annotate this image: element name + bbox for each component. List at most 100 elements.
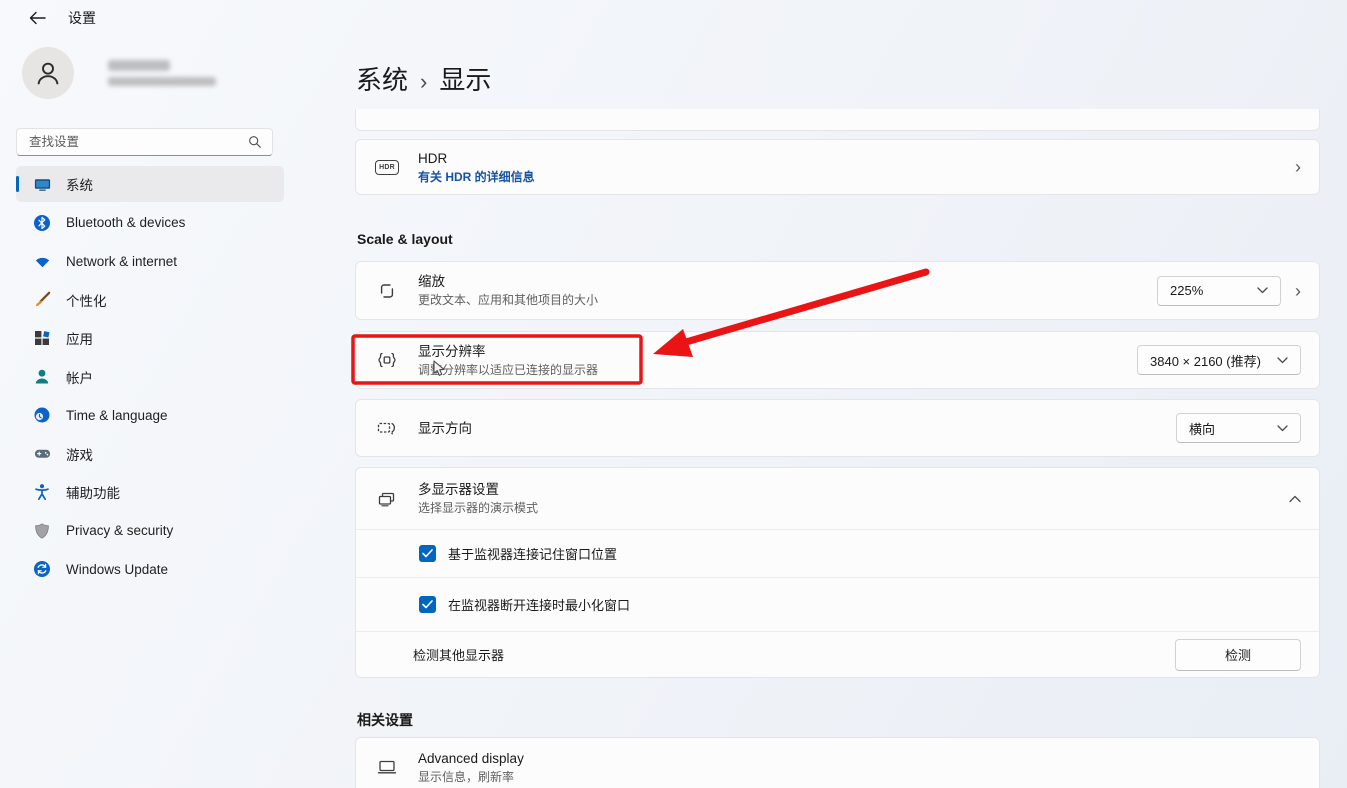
advanced-display-subtitle: 显示信息，刷新率 [418,769,1301,785]
scale-value: 225% [1170,283,1203,298]
clock-globe-icon [32,405,52,425]
update-arrows-icon [32,559,52,579]
sidebar-item-label: Network & internet [66,254,177,269]
remember-window-row[interactable]: 基于监视器连接记住窗口位置 [356,529,1319,577]
orientation-row[interactable]: 显示方向 横向 [355,399,1320,457]
checkbox-checked-icon[interactable] [419,545,436,562]
app-title: 设置 [68,8,96,28]
system-monitor-icon [32,174,52,194]
apps-grid-icon [32,328,52,348]
chevron-down-icon [1277,425,1288,432]
wifi-icon [32,251,52,271]
sidebar-item-accessibility[interactable]: 辅助功能 [16,474,284,510]
sidebar-item-label: Windows Update [66,562,168,577]
profile-email-redacted [108,77,216,86]
account-person-icon [32,367,52,387]
hdr-row[interactable]: HDR HDR 有关 HDR 的详细信息 › [355,139,1320,195]
sidebar-item-label: Bluetooth & devices [66,215,185,230]
multi-display-header-row[interactable]: 多显示器设置 选择显示器的演示模式 [356,468,1319,529]
multi-display-group: 多显示器设置 选择显示器的演示模式 基于监视器连接记住窗口位置 在监视器断开连接… [355,467,1320,678]
scale-subtitle: 更改文本、应用和其他项目的大小 [418,292,1157,308]
sidebar-item-label: 应用 [66,328,93,348]
orientation-icon [376,417,398,439]
sidebar-item-label: 帐户 [66,367,93,387]
sidebar-item-bluetooth-devices[interactable]: Bluetooth & devices [16,205,284,241]
minimize-window-row[interactable]: 在监视器断开连接时最小化窗口 [356,577,1319,631]
sidebar-item-label: 游戏 [66,444,93,464]
advanced-display-row[interactable]: Advanced display 显示信息，刷新率 [355,737,1320,788]
orientation-value: 横向 [1189,419,1215,438]
resolution-subtitle: 调整分辨率以适应已连接的显示器 [418,362,1137,378]
resolution-row[interactable]: 显示分辨率 调整分辨率以适应已连接的显示器 3840 × 2160 (推荐) [355,331,1320,389]
sidebar-item-system[interactable]: 系统 [16,166,284,202]
orientation-dropdown[interactable]: 横向 [1176,413,1301,443]
scale-dropdown[interactable]: 225% [1157,276,1281,306]
chevron-right-icon: › [1295,158,1301,176]
profile-text-blurred [108,60,216,86]
scale-icon [376,280,398,302]
advanced-display-title: Advanced display [418,750,1301,767]
back-button[interactable] [28,9,46,27]
sidebar-item-label: 个性化 [66,290,107,310]
chevron-right-icon: › [1295,282,1301,300]
search-input[interactable] [27,134,248,150]
detect-button[interactable]: 检测 [1175,639,1301,671]
sidebar-item-label: 辅助功能 [66,482,120,502]
bluetooth-icon [32,213,52,233]
settings-window: 设置 系统 [0,0,1347,788]
sidebar-item-privacy-security[interactable]: Privacy & security [16,513,284,549]
breadcrumb-separator: › [420,69,427,95]
breadcrumb: 系统 › 显示 [356,60,491,97]
breadcrumb-parent[interactable]: 系统 [356,60,408,97]
sidebar-item-apps[interactable]: 应用 [16,320,284,356]
sidebar-nav: 系统 Bluetooth & devices Network & interne… [16,166,284,590]
chevron-down-icon [1277,357,1288,364]
hdr-info-link[interactable]: 有关 HDR 的详细信息 [418,169,1281,185]
hdr-icon: HDR [376,156,398,178]
remember-window-label: 基于监视器连接记住窗口位置 [448,544,617,563]
paintbrush-icon [32,290,52,310]
settings-search[interactable] [16,128,273,156]
sidebar-item-gaming[interactable]: 游戏 [16,436,284,472]
sidebar-item-accounts[interactable]: 帐户 [16,359,284,395]
profile-name-redacted [108,60,170,71]
hdr-title: HDR [418,150,1281,167]
section-scale-layout: Scale & layout [357,231,453,247]
multi-display-icon [376,488,398,510]
search-icon [248,135,262,149]
breadcrumb-current: 显示 [439,60,491,97]
user-profile[interactable] [22,47,216,99]
resolution-icon [376,349,398,371]
sidebar-item-network-internet[interactable]: Network & internet [16,243,284,279]
resolution-title: 显示分辨率 [418,343,1137,360]
detect-displays-label: 检测其他显示器 [413,645,1175,664]
sidebar-item-label: Time & language [66,408,168,423]
partial-row-above [355,109,1320,131]
sidebar-item-windows-update[interactable]: Windows Update [16,551,284,587]
selection-accent-pill [16,176,19,192]
arrow-left-icon [29,11,46,25]
resolution-value: 3840 × 2160 (推荐) [1150,351,1261,370]
scale-title: 缩放 [418,273,1157,290]
scale-row[interactable]: 缩放 更改文本、应用和其他项目的大小 225% › [355,261,1320,320]
chevron-up-icon[interactable] [1289,495,1301,503]
shield-icon [32,521,52,541]
chevron-down-icon [1257,287,1268,294]
resolution-dropdown[interactable]: 3840 × 2160 (推荐) [1137,345,1301,375]
sidebar-item-time-language[interactable]: Time & language [16,397,284,433]
section-related-settings: 相关设置 [357,710,413,730]
sidebar-item-label: 系统 [66,174,93,194]
avatar [22,47,74,99]
person-icon [33,58,63,88]
sidebar-item-label: Privacy & security [66,523,173,538]
checkbox-checked-icon[interactable] [419,596,436,613]
sidebar-item-personalization[interactable]: 个性化 [16,282,284,318]
accessibility-person-icon [32,482,52,502]
game-controller-icon [32,444,52,464]
multi-display-title: 多显示器设置 [418,481,1289,498]
minimize-window-label: 在监视器断开连接时最小化窗口 [448,595,630,614]
advanced-display-icon [376,756,398,778]
multi-display-subtitle: 选择显示器的演示模式 [418,500,1289,516]
title-bar: 设置 [28,8,96,28]
detect-displays-row: 检测其他显示器 检测 [356,631,1319,677]
